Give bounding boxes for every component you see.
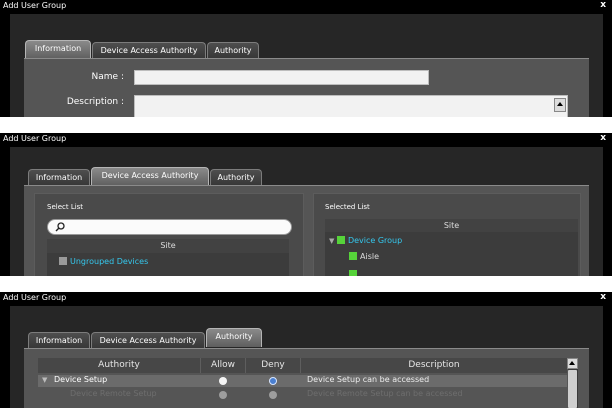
header-allow[interactable]: Allow	[201, 358, 245, 373]
selected-list-title: Selected List	[325, 203, 370, 211]
tree-item-ungrouped-devices[interactable]: Ungrouped Devices	[59, 257, 148, 266]
table-row-device-setup[interactable]: ▼ Device Setup Device Setup can be acces…	[38, 375, 567, 387]
expand-arrow-icon[interactable]: ▼	[42, 376, 47, 384]
tree-item-aisle[interactable]: Aisle	[349, 252, 379, 261]
scroll-thumb[interactable]	[568, 370, 577, 408]
column-divider	[245, 358, 246, 373]
column-divider	[300, 358, 301, 373]
dialog-body: Information Device Access Authority Auth…	[10, 14, 603, 117]
dialog-title: Add User Group	[3, 293, 67, 302]
description-scroll-up-button[interactable]	[554, 98, 566, 112]
close-button[interactable]: x	[600, 292, 606, 302]
select-list-panel: Select List Site Ungrouped Devices	[34, 193, 304, 276]
column-divider	[200, 358, 201, 373]
tree-item-label: Ungrouped Devices	[70, 257, 149, 266]
tree-item-label: Aisle	[360, 252, 380, 261]
tab-authority[interactable]: Authority	[206, 328, 262, 347]
table-row-device-remote-setup[interactable]: Device Remote Setup Device Remote Setup …	[38, 389, 567, 401]
row-authority: Device Setup	[54, 375, 108, 384]
tree-item-label: Device Group	[347, 236, 403, 245]
name-field[interactable]	[134, 70, 429, 85]
name-label: Name :	[91, 72, 124, 82]
selected-list-tree: ▼ Device Group Aisle	[325, 232, 578, 276]
description-field[interactable]	[134, 95, 568, 117]
tab-content: Select List Site Ungrouped Devices Selec…	[24, 185, 589, 276]
tab-information[interactable]: Information	[28, 332, 90, 349]
tab-content: Authority Allow Deny Description ▼ Devic…	[24, 348, 589, 408]
partial-item-icon	[349, 270, 357, 276]
tab-information[interactable]: Information	[28, 169, 90, 186]
tab-information[interactable]: Information	[25, 40, 91, 59]
search-input[interactable]	[47, 219, 292, 235]
row-authority: Device Remote Setup	[70, 389, 157, 398]
site-column-header[interactable]: Site	[47, 239, 289, 253]
dialog-title: Add User Group	[3, 1, 67, 10]
tab-content: Name : Description :	[24, 58, 589, 117]
allow-radio[interactable]	[219, 377, 227, 385]
tab-authority[interactable]: Authority	[207, 42, 259, 59]
tab-device-access-authority[interactable]: Device Access Authority	[91, 332, 205, 349]
tree-item-device-group[interactable]: ▼ Device Group	[329, 236, 402, 245]
row-description: Device Setup can be accessed	[307, 375, 430, 384]
search-icon	[55, 222, 65, 232]
close-button[interactable]: x	[600, 133, 606, 143]
select-list-tree: Ungrouped Devices	[47, 253, 289, 276]
device-group-icon	[336, 236, 345, 244]
vertical-scrollbar[interactable]	[567, 358, 578, 408]
arrow-up-icon	[569, 361, 575, 365]
expand-arrow-icon[interactable]: ▼	[329, 237, 334, 245]
device-group-icon	[349, 252, 357, 260]
tab-device-access-authority[interactable]: Device Access Authority	[92, 42, 206, 59]
title-bar: Add User Group x	[0, 133, 612, 147]
site-column-header[interactable]: Site	[325, 219, 578, 232]
header-deny[interactable]: Deny	[246, 358, 300, 373]
device-cube-icon	[59, 257, 67, 265]
dialog-title: Add User Group	[3, 134, 67, 143]
dialog-body: Information Device Access Authority Auth…	[10, 306, 603, 408]
dialog-authority: Add User Group x Information Device Acce…	[0, 292, 612, 408]
deny-radio[interactable]	[269, 391, 277, 399]
description-label: Description :	[66, 97, 124, 107]
row-description: Device Remote Setup can be accessed	[307, 389, 463, 398]
allow-radio[interactable]	[219, 391, 227, 399]
select-list-title: Select List	[47, 203, 84, 211]
dialog-information: Add User Group x Information Device Acce…	[0, 0, 612, 117]
deny-radio[interactable]	[269, 377, 277, 385]
tab-authority[interactable]: Authority	[210, 169, 262, 186]
authority-table: Authority Allow Deny Description ▼ Devic…	[38, 358, 578, 408]
header-authority[interactable]: Authority	[38, 358, 200, 373]
title-bar: Add User Group x	[0, 0, 612, 14]
header-description[interactable]: Description	[301, 358, 567, 373]
dialog-device-access: Add User Group x Information Device Acce…	[0, 133, 612, 276]
dialog-body: Information Device Access Authority Auth…	[10, 147, 603, 276]
close-button[interactable]: x	[600, 0, 606, 10]
title-bar: Add User Group x	[0, 292, 612, 306]
arrow-up-icon	[557, 102, 563, 106]
scroll-up-button[interactable]	[567, 358, 578, 369]
selected-list-panel: Selected List Site ▼ Device Group Aisle	[313, 193, 581, 276]
tab-device-access-authority[interactable]: Device Access Authority	[91, 167, 209, 186]
